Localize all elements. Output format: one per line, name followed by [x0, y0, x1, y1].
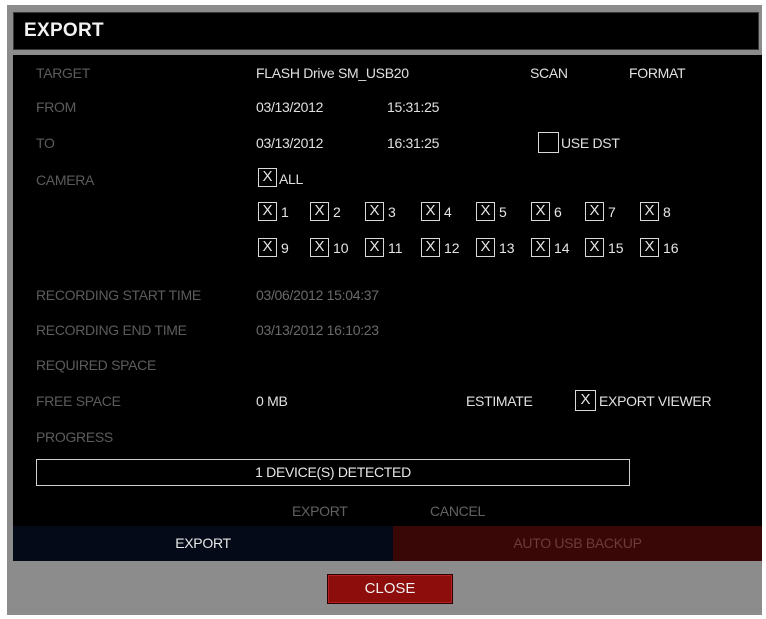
- required-space-label: REQUIRED SPACE: [36, 357, 157, 373]
- camera-4-label: 4: [444, 204, 452, 220]
- camera-15-label: 15: [608, 240, 624, 256]
- camera-6-label: 6: [554, 204, 562, 220]
- rec-start-value: 03/06/2012 15:04:37: [256, 287, 379, 303]
- camera-5-checkbox[interactable]: X: [476, 202, 495, 221]
- camera-2-label: 2: [333, 204, 341, 220]
- camera-14-checkbox[interactable]: X: [531, 238, 550, 257]
- camera-13-label: 13: [499, 240, 515, 256]
- camera-all-label: ALL: [279, 171, 304, 187]
- from-date-field[interactable]: 03/13/2012: [256, 99, 323, 115]
- camera-1-label: 1: [281, 204, 289, 220]
- rec-start-label: RECORDING START TIME: [36, 287, 201, 303]
- to-time-field[interactable]: 16:31:25: [387, 135, 439, 151]
- camera-9-checkbox[interactable]: X: [258, 238, 277, 257]
- close-button[interactable]: CLOSE: [327, 574, 453, 604]
- camera-10-checkbox[interactable]: X: [310, 238, 329, 257]
- camera-15-checkbox[interactable]: X: [585, 238, 604, 257]
- from-label: FROM: [36, 99, 77, 115]
- camera-16-checkbox[interactable]: X: [640, 238, 659, 257]
- tab-export-label: EXPORT: [175, 535, 231, 551]
- rec-end-value: 03/13/2012 16:10:23: [256, 322, 379, 338]
- mode-tabs: EXPORT AUTO USB BACKUP: [13, 526, 762, 561]
- progress-bar: 1 DEVICE(S) DETECTED: [36, 459, 630, 486]
- title-bar: EXPORT: [13, 12, 759, 50]
- scan-button[interactable]: SCAN: [530, 65, 568, 81]
- camera-3-label: 3: [388, 204, 396, 220]
- export-dialog: EXPORT TARGET FLASH Drive SM_USB20 SCAN …: [7, 5, 762, 615]
- camera-8-label: 8: [663, 204, 671, 220]
- free-space-label: FREE SPACE: [36, 393, 121, 409]
- to-label: TO: [36, 135, 55, 151]
- from-time-field[interactable]: 15:31:25: [387, 99, 439, 115]
- camera-12-label: 12: [444, 240, 460, 256]
- tab-auto-usb-backup[interactable]: AUTO USB BACKUP: [393, 526, 762, 561]
- camera-10-label: 10: [333, 240, 349, 256]
- cancel-button[interactable]: CANCEL: [430, 503, 485, 519]
- camera-7-label: 7: [608, 204, 616, 220]
- target-device-select[interactable]: FLASH Drive SM_USB20: [256, 65, 409, 81]
- camera-3-checkbox[interactable]: X: [365, 202, 384, 221]
- camera-2-checkbox[interactable]: X: [310, 202, 329, 221]
- target-label: TARGET: [36, 65, 90, 81]
- camera-4-checkbox[interactable]: X: [421, 202, 440, 221]
- progress-label: PROGRESS: [36, 429, 113, 445]
- camera-label: CAMERA: [36, 172, 95, 188]
- free-space-value: 0 MB: [256, 393, 288, 409]
- estimate-button[interactable]: ESTIMATE: [466, 393, 533, 409]
- to-date-field[interactable]: 03/13/2012: [256, 135, 323, 151]
- camera-7-checkbox[interactable]: X: [585, 202, 604, 221]
- progress-status-text: 1 DEVICE(S) DETECTED: [255, 464, 411, 480]
- camera-all-checkbox[interactable]: X: [258, 168, 277, 187]
- camera-11-checkbox[interactable]: X: [365, 238, 384, 257]
- camera-6-checkbox[interactable]: X: [531, 202, 550, 221]
- rec-end-label: RECORDING END TIME: [36, 322, 187, 338]
- export-viewer-label: EXPORT VIEWER: [599, 393, 712, 409]
- export-form: TARGET FLASH Drive SM_USB20 SCAN FORMAT …: [13, 55, 762, 535]
- camera-11-label: 11: [388, 240, 403, 256]
- camera-1-checkbox[interactable]: X: [258, 202, 277, 221]
- format-button[interactable]: FORMAT: [629, 65, 686, 81]
- camera-9-label: 9: [281, 240, 289, 256]
- tab-export[interactable]: EXPORT: [13, 526, 393, 561]
- export-button[interactable]: EXPORT: [292, 503, 348, 519]
- use-dst-label: USE DST: [561, 135, 620, 151]
- camera-13-checkbox[interactable]: X: [476, 238, 495, 257]
- camera-5-label: 5: [499, 204, 507, 220]
- camera-14-label: 14: [554, 240, 570, 256]
- tab-auto-usb-backup-label: AUTO USB BACKUP: [513, 535, 642, 551]
- use-dst-checkbox[interactable]: [538, 132, 559, 153]
- export-viewer-checkbox[interactable]: X: [575, 390, 596, 411]
- camera-8-checkbox[interactable]: X: [640, 202, 659, 221]
- dialog-title: EXPORT: [24, 20, 104, 41]
- camera-12-checkbox[interactable]: X: [421, 238, 440, 257]
- camera-16-label: 16: [663, 240, 679, 256]
